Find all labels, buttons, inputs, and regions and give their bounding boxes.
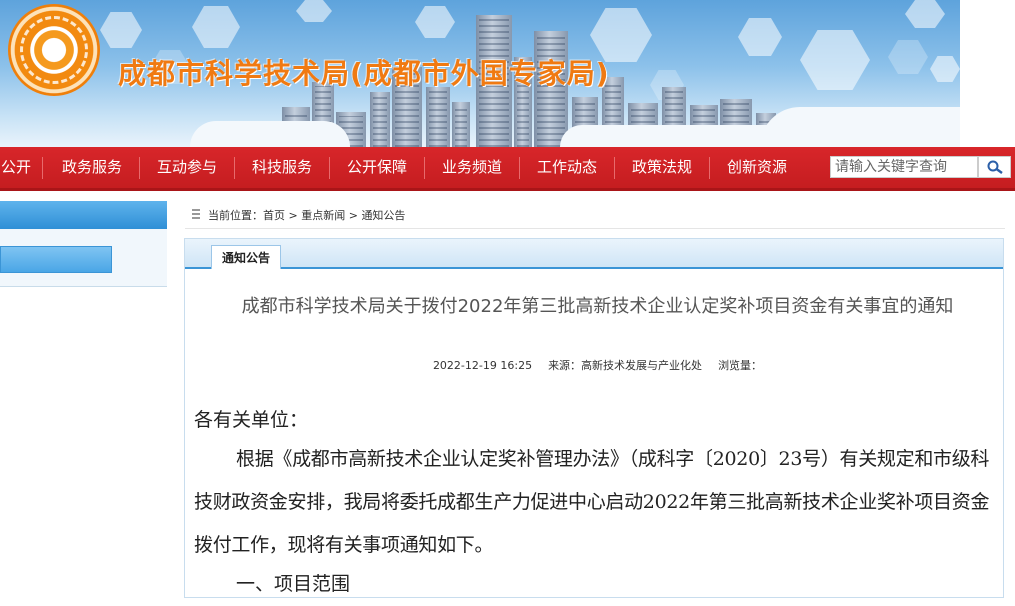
- breadcrumb-divider: [185, 228, 1005, 229]
- breadcrumb-separator: >: [285, 209, 302, 222]
- banner-spacer: [960, 0, 1015, 147]
- breadcrumb-link-notices[interactable]: 通知公告: [361, 209, 405, 222]
- article-source: 高新技术发展与产业化处: [581, 359, 703, 372]
- breadcrumb-separator: >: [345, 209, 362, 222]
- nav-item-hudong[interactable]: 互动参与: [147, 147, 227, 188]
- banner-decoration: [296, 0, 332, 22]
- main-nav: 公开 政务服务 互动参与 科技服务 公开保障 业务频道 工作动态 政策法规 创新…: [0, 147, 1015, 191]
- article-section-heading: 一、项目范围: [236, 573, 351, 595]
- banner-decoration: [888, 40, 928, 74]
- cloud: [760, 107, 960, 147]
- article-date: 2022-12-19 16:25: [432, 359, 533, 372]
- nav-divider: [139, 157, 140, 179]
- banner-decoration: [738, 18, 782, 56]
- content-header: 通知公告: [185, 239, 1003, 269]
- nav-item-yewu[interactable]: 业务频道: [432, 147, 512, 188]
- nav-divider: [234, 157, 235, 179]
- tab-notices[interactable]: 通知公告: [211, 245, 282, 269]
- nav-item-chuangxin[interactable]: 创新资源: [717, 147, 797, 188]
- building: [370, 92, 390, 147]
- nav-divider: [519, 157, 520, 179]
- breadcrumb: 当前位置：首页 > 重点新闻 > 通知公告: [194, 207, 405, 223]
- banner-decoration: [415, 6, 455, 38]
- nav-divider: [329, 157, 330, 179]
- banner-decoration: [905, 0, 945, 28]
- article-meta: 2022-12-19 16:25 来源：高新技术发展与产业化处 浏览量：: [200, 357, 995, 373]
- nav-divider: [424, 157, 425, 179]
- banner-decoration: [192, 6, 240, 48]
- nav-item-gongkai[interactable]: 公开: [0, 147, 32, 188]
- breadcrumb-link-news[interactable]: 重点新闻: [301, 209, 345, 222]
- nav-item-dongtai[interactable]: 工作动态: [527, 147, 607, 188]
- article-paragraph: 根据《成都市高新技术企业认定奖补管理办法》（成科字〔2020〕23号）有关规定和…: [194, 448, 990, 556]
- sidebar-item[interactable]: [0, 246, 112, 273]
- nav-item-baozhang[interactable]: 公开保障: [337, 147, 417, 188]
- nav-item-zhengwu[interactable]: 政务服务: [52, 147, 132, 188]
- banner-decoration: [800, 30, 870, 90]
- banner-decoration: [930, 56, 960, 82]
- header-banner: 成都市科学技术局(成都市外国专家局): [0, 0, 960, 147]
- building: [426, 87, 450, 147]
- breadcrumb-link-home[interactable]: 首页: [263, 209, 285, 222]
- nav-divider: [709, 157, 710, 179]
- nav-divider: [614, 157, 615, 179]
- banner-decoration: [100, 12, 142, 48]
- breadcrumb-prefix: 当前位置：: [208, 209, 263, 222]
- search-icon: [987, 160, 1003, 174]
- site-title: 成都市科学技术局(成都市外国专家局): [118, 57, 610, 90]
- search-input[interactable]: 请输入关键字查询: [830, 156, 978, 178]
- nav-item-zhengce[interactable]: 政策法规: [622, 147, 702, 188]
- logo-ring: [20, 16, 88, 84]
- article-views-label: 浏览量：: [718, 359, 763, 372]
- sidebar-header: [0, 201, 167, 229]
- nav-divider: [42, 157, 43, 179]
- article-salutation: 各有关单位：: [194, 409, 309, 431]
- building: [452, 102, 470, 147]
- article-title: 成都市科学技术局关于拨付2022年第三批高新技术企业认定奖补项目资金有关事宜的通…: [241, 296, 954, 317]
- article-source-label: 来源：: [548, 359, 582, 372]
- search-button[interactable]: [978, 156, 1011, 178]
- nav-item-keji[interactable]: 科技服务: [242, 147, 322, 188]
- cloud: [190, 121, 350, 147]
